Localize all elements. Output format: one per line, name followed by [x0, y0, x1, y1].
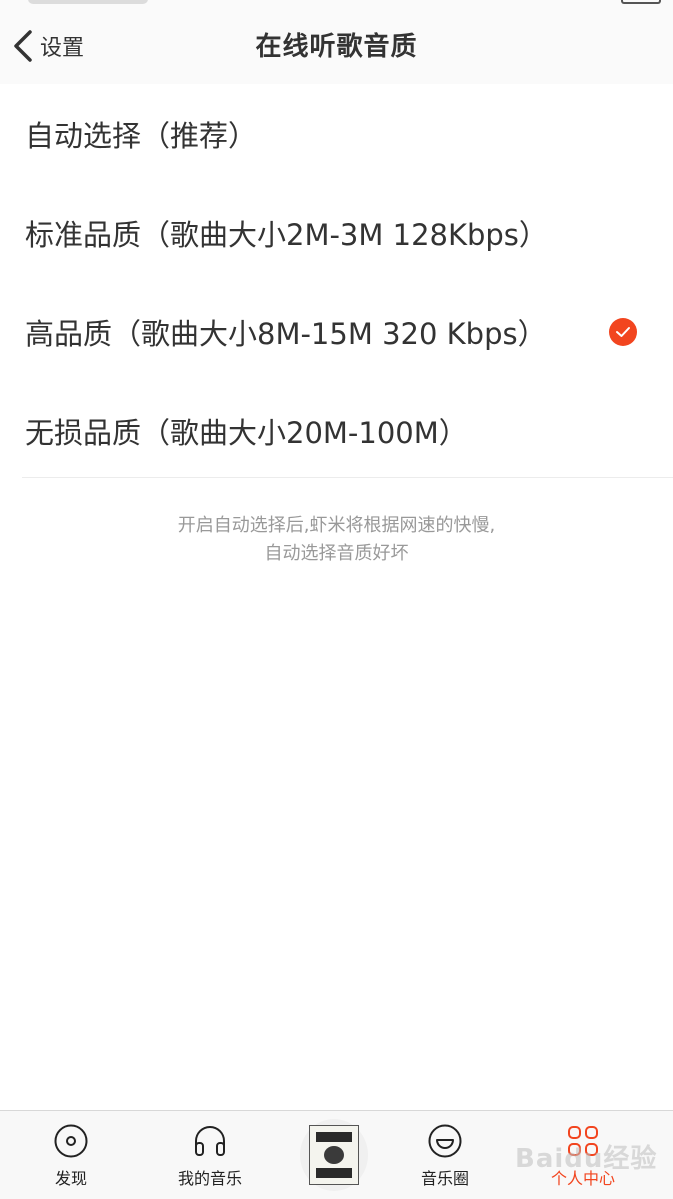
hint-line-1: 开启自动选择后,虾米将根据网速的快慢, [177, 515, 496, 536]
battery-icon [621, 0, 661, 4]
headphones-icon [192, 1123, 228, 1159]
quality-settings-page: 设置 在线听歌音质 自动选择（推荐） 标准品质（歌曲大小2M-3M 128Kbp… [0, 0, 673, 1199]
status-carrier [28, 0, 148, 4]
option-lossless[interactable]: 无损品质（歌曲大小20M-100M） [0, 381, 673, 480]
tab-bar: 发现 我的音乐 音乐圈 个人中心 [0, 1110, 673, 1199]
grid-icon [565, 1123, 601, 1159]
tab-label: 音乐圈 [420, 1169, 469, 1188]
tab-label: 个人中心 [550, 1169, 615, 1188]
tab-my-music[interactable]: 我的音乐 [168, 1111, 252, 1199]
navigation-bar: 设置 在线听歌音质 [0, 0, 673, 84]
check-circle-icon [609, 317, 637, 346]
tab-label: 我的音乐 [177, 1169, 242, 1188]
now-playing-button[interactable] [300, 1119, 368, 1191]
option-auto[interactable]: 自动选择（推荐） [0, 84, 673, 183]
hint-line-2: 自动选择音质好坏 [264, 543, 409, 564]
hint-text: 开启自动选择后,虾米将根据网速的快慢, 自动选择音质好坏 [0, 512, 673, 568]
smiley-icon [427, 1123, 463, 1159]
option-standard[interactable]: 标准品质（歌曲大小2M-3M 128Kbps） [0, 183, 673, 282]
tab-discover[interactable]: 发现 [36, 1111, 106, 1199]
album-cover [309, 1125, 359, 1185]
option-label: 高品质（歌曲大小8M-15M 320 Kbps） [25, 316, 547, 351]
option-high[interactable]: 高品质（歌曲大小8M-15M 320 Kbps） [0, 282, 673, 381]
option-label: 无损品质（歌曲大小20M-100M） [25, 415, 468, 450]
tab-label: 发现 [54, 1169, 87, 1188]
option-label: 标准品质（歌曲大小2M-3M 128Kbps） [25, 217, 548, 252]
tab-me[interactable]: 个人中心 [545, 1111, 621, 1199]
quality-options-list: 自动选择（推荐） 标准品质（歌曲大小2M-3M 128Kbps） 高品质（歌曲大… [0, 84, 673, 480]
option-label: 自动选择（推荐） [25, 118, 258, 153]
disc-icon [53, 1123, 89, 1159]
divider [22, 477, 673, 478]
page-title: 在线听歌音质 [255, 32, 418, 62]
status-bar [0, 0, 673, 6]
tab-music-circle[interactable]: 音乐圈 [410, 1111, 480, 1199]
